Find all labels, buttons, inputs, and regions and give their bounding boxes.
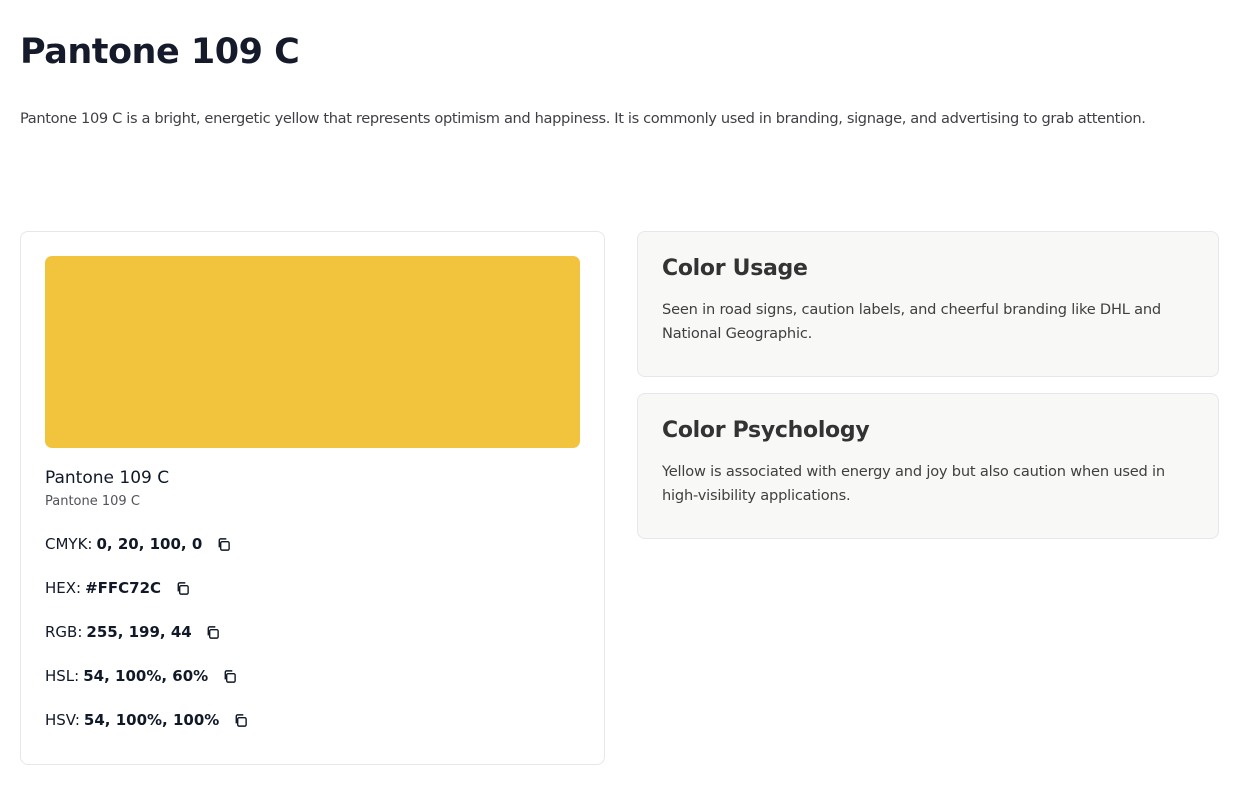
hsv-label: HSV: [45, 711, 80, 729]
color-subname: Pantone 109 C [45, 494, 140, 509]
hex-label: HEX: [45, 579, 82, 597]
cmyk-label: CMYK: [45, 535, 93, 553]
copy-icon [218, 537, 230, 551]
copy-icon [224, 669, 236, 683]
cmyk-value: 0, 20, 100, 0 [96, 535, 203, 553]
copy-rgb-button[interactable] [202, 621, 224, 643]
hex-value: #FFC72C [85, 579, 162, 597]
copy-cmyk-button[interactable] [212, 533, 234, 555]
rgb-label: RGB: [45, 623, 83, 641]
hsv-value: 54, 100%, 100% [83, 711, 220, 729]
rgb-value: 255, 199, 44 [86, 623, 192, 641]
page-description: Pantone 109 C is a bright, energetic yel… [20, 110, 1146, 127]
hex-row: HEX: #FFC72C [45, 576, 193, 600]
color-usage-title: Color Usage [662, 256, 808, 281]
hsl-value: 54, 100%, 60% [83, 667, 209, 685]
color-psychology-card: Color Psychology Yellow is associated wi… [637, 393, 1219, 539]
color-psychology-title: Color Psychology [662, 418, 870, 443]
color-usage-card: Color Usage Seen in road signs, caution … [637, 231, 1219, 377]
hsl-row: HSL: 54, 100%, 60% [45, 664, 240, 688]
color-swatch [45, 256, 580, 448]
copy-icon [177, 581, 189, 595]
copy-hsv-button[interactable] [229, 709, 251, 731]
color-psychology-text: Yellow is associated with energy and joy… [662, 463, 1165, 504]
hsv-row: HSV: 54, 100%, 100% [45, 708, 251, 732]
rgb-row: RGB: 255, 199, 44 [45, 620, 224, 644]
color-name: Pantone 109 C [45, 468, 170, 488]
page-title: Pantone 109 C [20, 32, 300, 72]
copy-hsl-button[interactable] [218, 665, 240, 687]
copy-hex-button[interactable] [171, 577, 193, 599]
cmyk-row: CMYK: 0, 20, 100, 0 [45, 532, 234, 556]
copy-icon [207, 625, 220, 639]
copy-icon [235, 713, 247, 727]
swatch-card: Pantone 109 C Pantone 109 C CMYK: 0, 20,… [20, 231, 605, 765]
hsl-label: HSL: [45, 667, 80, 685]
color-usage-text: Seen in road signs, caution labels, and … [662, 301, 1161, 342]
